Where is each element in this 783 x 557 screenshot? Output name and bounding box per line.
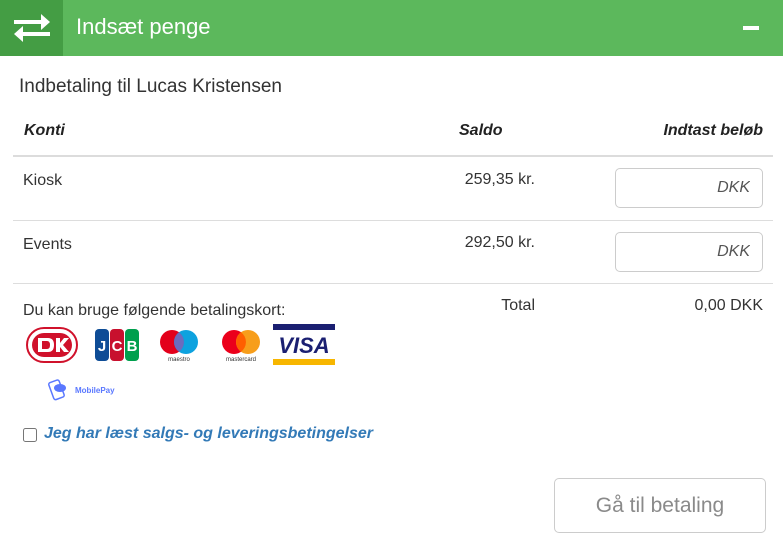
- svg-text:B: B: [127, 338, 138, 355]
- account-balance: 292,50 kr.: [464, 234, 535, 251]
- amount-input-events[interactable]: [615, 232, 763, 272]
- mobilepay-icon: MobilePay: [48, 378, 120, 404]
- svg-text:mastercard: mastercard: [226, 357, 256, 363]
- go-to-payment-button[interactable]: Gå til betaling: [554, 478, 766, 533]
- dankort-icon: [26, 327, 78, 363]
- account-balance: 259,35 kr.: [464, 171, 535, 188]
- panel-header: Indsæt penge: [0, 0, 783, 56]
- column-header-amount: Indtast beløb: [663, 122, 763, 139]
- total-value: 0,00 DKK: [694, 297, 763, 314]
- column-header-accounts: Konti: [24, 122, 65, 139]
- total-label: Total: [501, 297, 535, 314]
- svg-text:C: C: [112, 338, 123, 355]
- account-name: Kiosk: [23, 172, 63, 189]
- transfer-arrows-icon: [0, 0, 63, 56]
- svg-text:VISA: VISA: [278, 333, 329, 358]
- svg-text:J: J: [98, 338, 106, 355]
- account-name: Events: [23, 236, 72, 253]
- visa-icon: VISA: [273, 324, 335, 365]
- panel-title: Indsæt penge: [76, 14, 211, 39]
- svg-text:MobilePay: MobilePay: [75, 386, 115, 395]
- terms-checkbox[interactable]: [23, 428, 37, 442]
- terms-link[interactable]: Jeg har læst salgs- og leveringsbetingel…: [44, 425, 373, 443]
- mastercard-icon: mastercard: [218, 327, 264, 363]
- header-divider: [13, 155, 773, 157]
- payment-cards-label: Du kan bruge følgende betalingskort:: [23, 302, 286, 319]
- maestro-icon: maestro: [156, 327, 202, 363]
- column-header-balance: Saldo: [459, 122, 503, 139]
- minus-icon[interactable]: [743, 26, 759, 30]
- jcb-icon: J C B: [94, 327, 140, 363]
- row-divider: [13, 283, 773, 284]
- row-divider: [13, 220, 773, 221]
- deposit-panel: Indsæt penge Indbetaling til Lucas Krist…: [0, 0, 783, 557]
- deposit-recipient: Indbetaling til Lucas Kristensen: [19, 76, 282, 97]
- svg-text:maestro: maestro: [168, 357, 190, 363]
- amount-input-kiosk[interactable]: [615, 168, 763, 208]
